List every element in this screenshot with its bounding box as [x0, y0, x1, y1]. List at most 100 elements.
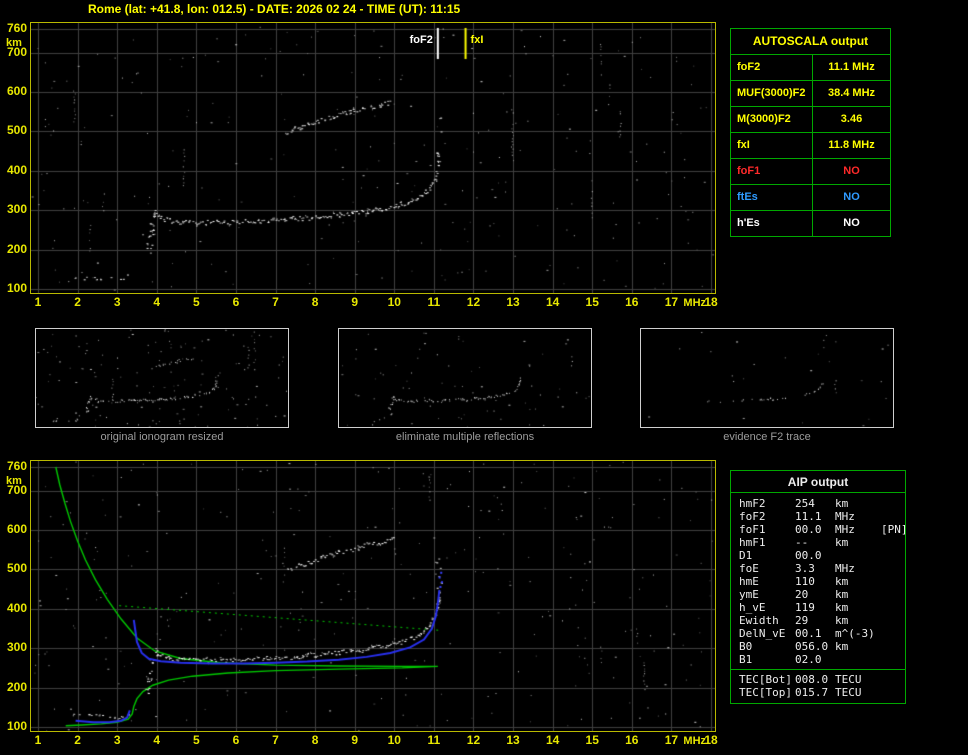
autoscala-param-value: 11.1 MHz: [828, 61, 875, 73]
aip-param-name: TEC[Top]: [739, 686, 792, 699]
aip-param-unit: km: [835, 588, 849, 601]
aip-param-value: 008.0: [795, 673, 829, 686]
autoscala-row-fof2: foF2 11.1 MHz: [731, 54, 890, 80]
x-tick-label: 16: [625, 295, 639, 309]
x-tick-label: 10: [387, 733, 401, 747]
y-tick-label: 600: [6, 84, 27, 99]
thumbnail-caption-clean: eliminate multiple reflections: [395, 431, 535, 443]
aip-param-name: foE: [739, 562, 759, 575]
y-tick-label: 100: [6, 281, 27, 295]
aip-param-value: 20: [795, 588, 809, 601]
autoscala-row-muf3000f2: MUF(3000)F2 38.4 MHz: [731, 80, 890, 106]
autoscala-param-label: foF1: [731, 159, 813, 184]
aip-param-unit: MHz: [835, 562, 855, 575]
page-title: Rome (lat: +41.8, lon: 012.5) - DATE: 20…: [88, 2, 461, 16]
aip-param-value: 00.1: [795, 627, 822, 640]
aip-row-tecbot: TEC[Bot] 008.0 TECU: [731, 673, 905, 686]
aip-table-title: AIP output: [731, 471, 905, 493]
x-tick-label: 9: [351, 295, 359, 309]
x-tick-label: 15: [585, 733, 599, 747]
aip-output-table: AIP output hmF2 254 km foF2 11.1 MHz foF1 00.0 M…: [730, 470, 908, 704]
y-tick-label: 200: [6, 679, 27, 694]
aip-param-name: DelN_vE: [739, 627, 786, 640]
aip-param-value: 119: [795, 601, 815, 614]
x-tick-label: 7: [272, 295, 279, 309]
aip-param-unit: km: [835, 497, 849, 510]
x-tick-label: 12: [466, 733, 481, 747]
aip-param-value: 02.0: [795, 653, 822, 666]
aip-param-name: hmF1: [739, 536, 766, 549]
aip-row-fof1: foF1 00.0 MHz [PN]: [731, 523, 908, 536]
aip-row-fof2: foF2 11.1 MHz: [731, 510, 905, 523]
aip-row-b0: B0 056.0 km: [731, 640, 905, 653]
aip-param-value: 00.0: [795, 549, 822, 562]
autoscala-param-label: MUF(3000)F2: [731, 81, 813, 106]
aip-param-unit: [835, 653, 881, 666]
autoscala-param-value: NO: [843, 217, 860, 229]
x-axis-unit-label: MHz: [683, 297, 707, 309]
autoscala-param-value: 38.4 MHz: [827, 87, 876, 99]
thumbnail-clean-ionogram: [338, 328, 592, 428]
autoscala-param-label: fxI: [731, 133, 813, 158]
aip-param-name: hmF2: [739, 497, 766, 510]
aip-param-unit: MHz: [835, 510, 855, 523]
aip-row-hmf2: hmF2 254 km: [731, 497, 905, 510]
x-tick-label: 11: [427, 295, 441, 309]
aip-row-ewidth: Ewidth 29 km: [731, 614, 905, 627]
aip-param-value: 254: [795, 497, 815, 510]
y-tick-label: 760: [6, 459, 27, 473]
autoscala-table-title: AUTOSCALA output: [752, 34, 869, 48]
thumbnail-caption-f2: evidence F2 trace: [723, 431, 811, 443]
aip-param-value: 3.3: [795, 562, 815, 575]
y-tick-label: 500: [6, 561, 27, 576]
autoscala-param-value: NO: [843, 191, 860, 203]
aip-table-rows: hmF2 254 km foF2 11.1 MHz foF1 00.0 MHz [PN] hmF1 -…: [731, 493, 908, 669]
autoscala-table-rows: foF2 11.1 MHz MUF(3000)F2 38.4 MHz M(3000)F2…: [731, 54, 890, 236]
y-tick-label: 100: [6, 719, 27, 733]
autoscala-param-value: 3.46: [840, 113, 863, 125]
x-tick-label: 4: [153, 733, 161, 747]
x-tick-label: 14: [545, 295, 560, 309]
aip-row-hve: h_vE 119 km: [731, 601, 905, 614]
autoscala-param-label: foF2: [731, 55, 813, 80]
y-axis-unit-label: km: [6, 475, 22, 487]
x-tick-label: 6: [232, 295, 240, 309]
y-tick-label: 200: [6, 241, 27, 256]
autoscala-output-table: AUTOSCALA output foF2 11.1 MHz MUF(3000)F2…: [730, 28, 891, 237]
x-tick-label: 9: [351, 733, 359, 747]
x-tick-label: 11: [427, 733, 441, 747]
aip-param-value: --: [795, 536, 809, 549]
aip-row-foe: foE 3.3 MHz: [731, 562, 905, 575]
x-tick-label: 14: [545, 733, 560, 747]
thumbnail-clean-canvas: [339, 329, 591, 427]
aip-param-unit: TECU: [835, 686, 862, 699]
aip-param-unit: TECU: [835, 673, 862, 686]
aip-param-name: foF2: [739, 510, 766, 523]
aip-param-unit: km: [835, 614, 849, 627]
aip-param-name: B0: [739, 640, 753, 653]
x-tick-label: 1: [34, 733, 42, 747]
thumbnail-f2-trace: [640, 328, 894, 428]
x-tick-label: 15: [585, 295, 599, 309]
x-tick-label: 4: [153, 295, 161, 309]
autoscala-param-value: NO: [843, 165, 860, 177]
aip-param-unit: km: [835, 601, 849, 614]
x-axis-unit-label: MHz: [683, 735, 707, 747]
y-tick-label: 300: [6, 202, 27, 217]
aip-param-name: Ewidth: [739, 614, 779, 627]
autoscala-param-label: ftEs: [731, 185, 813, 210]
y-axis-unit-label: km: [6, 37, 22, 49]
aip-row-delnve: DelN_vE 00.1 m^(-3): [731, 627, 905, 640]
thumbnail-original-ionogram: [35, 328, 289, 428]
x-tick-label: 6: [232, 733, 240, 747]
aip-param-value: 29: [795, 614, 809, 627]
aip-param-unit: [835, 549, 881, 562]
ionogram-plot-scaled: [30, 22, 716, 294]
x-tick-label: 13: [506, 295, 520, 309]
x-tick-label: 5: [193, 295, 200, 309]
aip-param-name: h_vE: [739, 601, 766, 614]
aip-row-hme: hmE 110 km: [731, 575, 905, 588]
aip-param-name: hmE: [739, 575, 759, 588]
aip-param-value: 11.1: [795, 510, 822, 523]
x-tick-label: 8: [311, 295, 319, 309]
